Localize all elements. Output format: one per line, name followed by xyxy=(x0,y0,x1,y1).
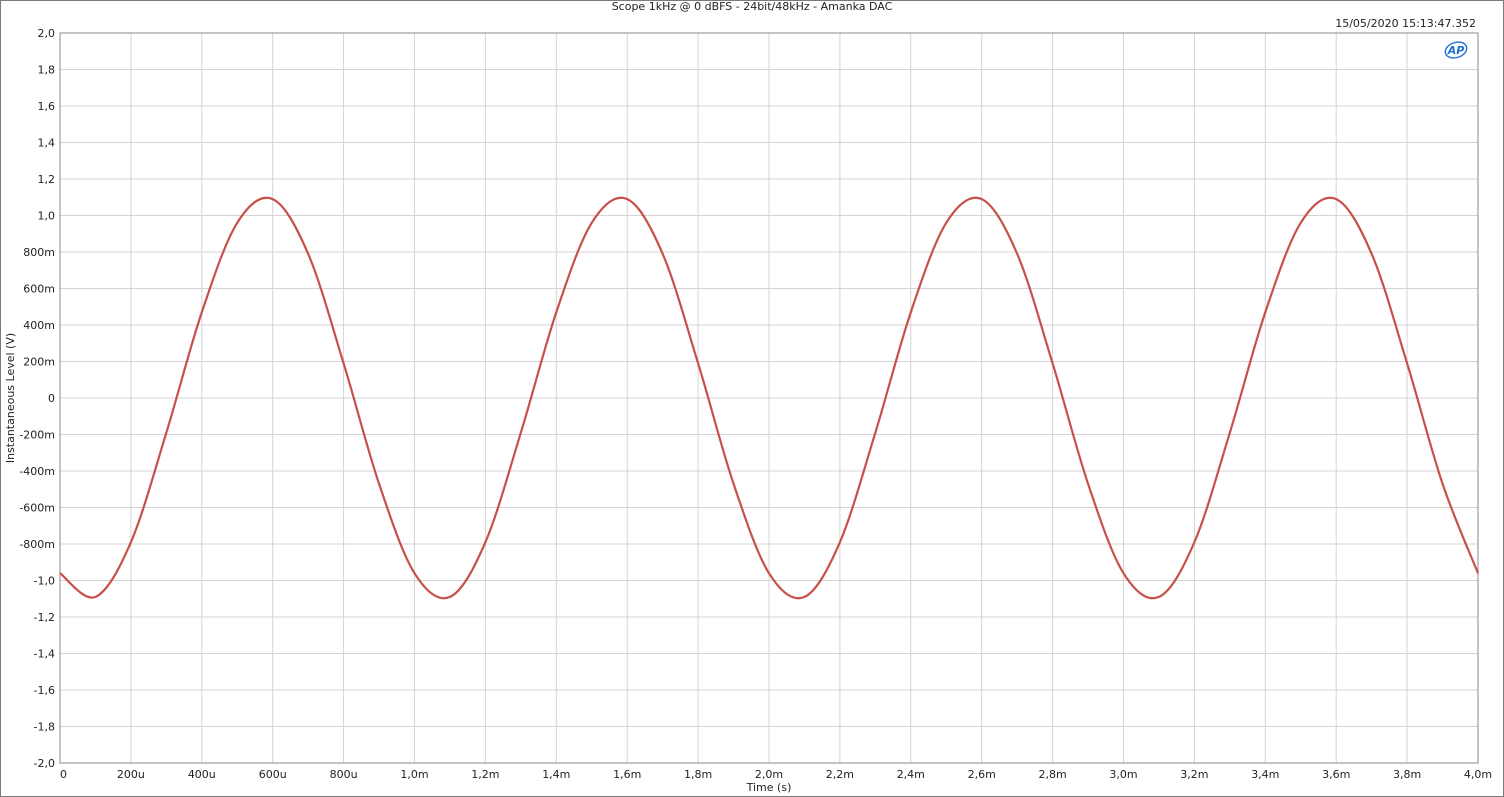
y-tick-label: -800m xyxy=(19,538,55,551)
y-tick-label: -2,0 xyxy=(34,757,55,770)
y-tick-label: -600m xyxy=(19,502,55,515)
y-tick-label: -1,2 xyxy=(34,611,55,624)
y-tick-label: 600m xyxy=(23,283,55,296)
y-tick-label: 0 xyxy=(48,392,55,405)
x-tick-label: 1,2m xyxy=(471,768,499,781)
x-tick-label: 800u xyxy=(330,768,358,781)
x-tick-label: 1,6m xyxy=(613,768,641,781)
x-axis-label: Time (s) xyxy=(746,781,792,794)
y-tick-label: 1,4 xyxy=(38,137,56,150)
x-tick-label: 2,0m xyxy=(755,768,783,781)
y-axis-label: Instantaneous Level (V) xyxy=(4,333,17,463)
grid-lines xyxy=(59,32,1479,764)
x-tick-label: 600u xyxy=(259,768,287,781)
x-tick-label: 2,6m xyxy=(968,768,996,781)
x-tick-label: 0 xyxy=(60,768,67,781)
x-tick-label: 1,8m xyxy=(684,768,712,781)
x-tick-label: 3,8m xyxy=(1393,768,1421,781)
y-tick-label: -1,4 xyxy=(34,648,55,661)
x-tick-label: 3,4m xyxy=(1251,768,1279,781)
y-tick-label: -1,8 xyxy=(34,721,55,734)
y-tick-label: 1,0 xyxy=(38,210,56,223)
x-tick-label: 1,4m xyxy=(542,768,570,781)
x-tick-label: 2,4m xyxy=(897,768,925,781)
x-tick-label: 200u xyxy=(117,768,145,781)
x-tick-label: 3,6m xyxy=(1322,768,1350,781)
x-tick-label: 1,0m xyxy=(400,768,428,781)
x-axis-tick-labels: 0 200u 400u 600u 800u 1,0m 1,2m 1,4m 1,6m 1,8m 2,0… xyxy=(60,768,1492,781)
y-tick-label: 1,6 xyxy=(38,100,56,113)
scope-chart: 0 200u 400u 600u 800u 1,0m 1,2m 1,4m 1,6m 1,8m 2,0… xyxy=(4,27,1492,794)
y-tick-label: 1,2 xyxy=(38,173,56,186)
x-tick-label: 4,0m xyxy=(1464,768,1492,781)
x-tick-label: 3,0m xyxy=(1109,768,1137,781)
x-tick-label: 2,8m xyxy=(1038,768,1066,781)
y-tick-label: -400m xyxy=(19,465,55,478)
y-tick-label: 800m xyxy=(23,246,55,259)
y-tick-label: -200m xyxy=(19,429,55,442)
x-tick-label: 400u xyxy=(188,768,216,781)
y-tick-label: 400m xyxy=(23,319,55,332)
y-tick-label: -1,0 xyxy=(34,575,55,588)
y-tick-label: 200m xyxy=(23,356,55,369)
y-axis-tick-labels: 2,0 1,8 1,6 1,4 1,2 1,0 800m 600m 400m 200m 0 -200m… xyxy=(19,27,55,770)
x-tick-label: 2,2m xyxy=(826,768,854,781)
y-tick-label: -1,6 xyxy=(34,684,55,697)
y-tick-label: 2,0 xyxy=(38,27,56,40)
y-tick-label: 1,8 xyxy=(38,64,56,77)
x-tick-label: 3,2m xyxy=(1180,768,1208,781)
